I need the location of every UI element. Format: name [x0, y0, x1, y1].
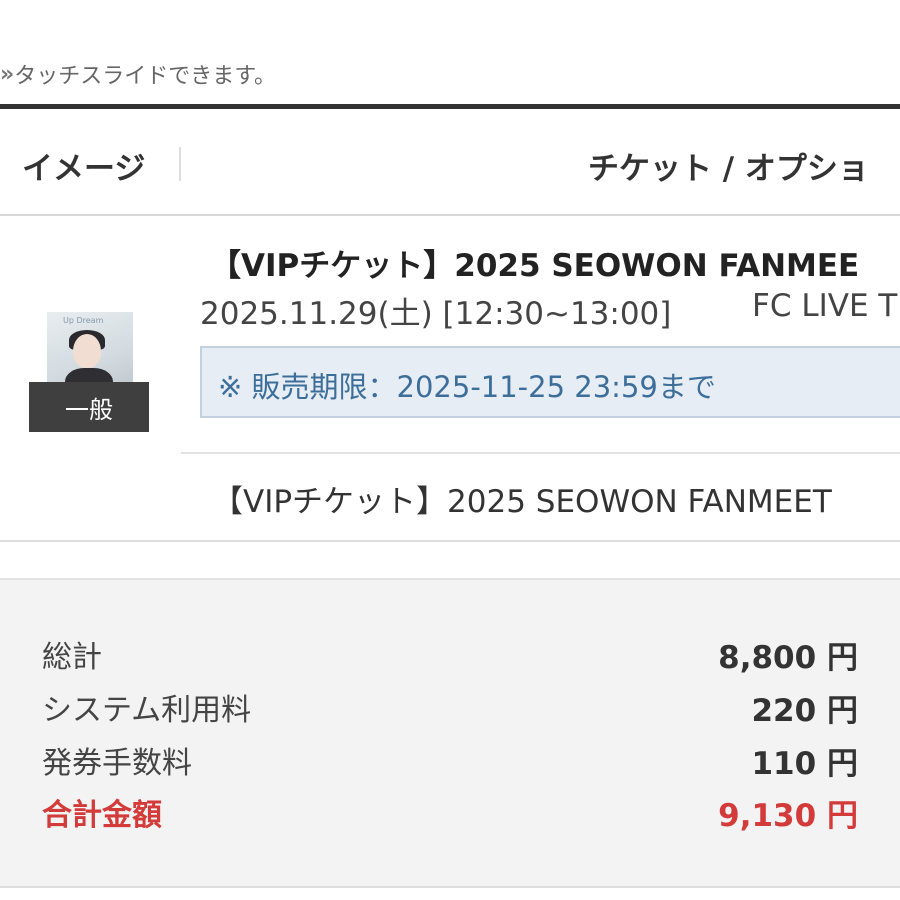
sale-deadline-text: ※ 販売期限：2025-11-25 23:59まで	[218, 370, 716, 404]
summary-row-subtotal: 総計 8,800 円	[42, 632, 858, 676]
column-header-ticket-option: チケット / オプショ	[588, 151, 869, 187]
ticket-option-text: 【VIPチケット】2025 SEOWON FANMEET	[212, 484, 832, 520]
summary-row-system-fee: システム利用料 220 円	[42, 685, 858, 729]
thumbnail-face	[73, 334, 101, 368]
thumbnail-caption: Up Dream	[63, 316, 104, 325]
total-value: 9,130 円	[718, 798, 858, 834]
column-divider	[179, 147, 181, 181]
double-chevron-right-icon: »	[0, 61, 14, 87]
subtotal-label: 総計	[42, 640, 102, 675]
price-summary: 総計 8,800 円 システム利用料 220 円 発券手数料 110 円 合計金…	[0, 578, 900, 888]
sale-deadline-box: ※ 販売期限：2025-11-25 23:59まで	[200, 346, 900, 418]
issuing-fee-label: 発券手数料	[42, 746, 192, 781]
column-header-image: イメージ	[22, 151, 146, 187]
ticket-title[interactable]: 【VIPチケット】2025 SEOWON FANMEE	[210, 240, 859, 285]
swipe-hint-text: タッチスライドできます。	[14, 64, 277, 89]
ticket-date: 2025.11.29(土) [12:30~13:00]	[200, 296, 672, 332]
total-label: 合計金額	[42, 798, 162, 833]
system-fee-value: 220 円	[751, 693, 858, 729]
system-fee-label: システム利用料	[42, 693, 252, 728]
ticket-type-badge: 一般	[29, 382, 149, 432]
option-divider	[181, 452, 900, 454]
summary-row-issuing-fee: 発券手数料 110 円	[42, 738, 858, 782]
subtotal-value: 8,800 円	[718, 640, 858, 676]
table-header: イメージ チケット / オプショ	[0, 109, 900, 216]
swipe-hint: » タッチスライドできます。	[0, 56, 276, 92]
issuing-fee-value: 110 円	[751, 746, 858, 782]
summary-row-total: 合計金額 9,130 円	[42, 790, 858, 834]
ticket-item-row: Up Dream 一般 【VIPチケット】2025 SEOWON FANMEE …	[0, 216, 900, 542]
ticket-venue: FC LIVE T	[752, 288, 898, 324]
